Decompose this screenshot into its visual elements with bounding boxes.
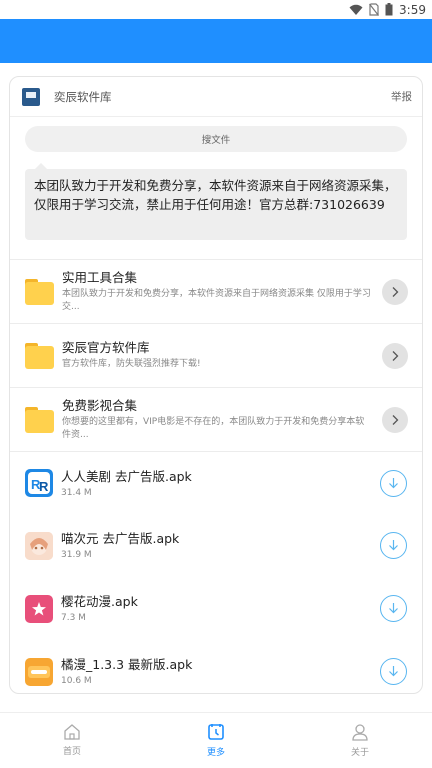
juman-app-icon: [25, 657, 53, 686]
rr-app-icon: RR: [25, 469, 53, 497]
more-icon: [208, 724, 224, 740]
folder-row[interactable]: 免费影视合集 你想要的这里都有，VIP电影是不存在的，本团队致力于开发和免费分享…: [10, 387, 422, 451]
no-sim-icon: [369, 3, 380, 16]
report-link[interactable]: 举报: [391, 89, 412, 104]
sakura-app-icon: [25, 594, 53, 623]
notice-arrow: [35, 163, 47, 169]
svg-text:R: R: [39, 479, 49, 494]
search-input[interactable]: 搜文件: [25, 126, 407, 152]
person-icon: [352, 724, 368, 741]
folder-icon: [25, 278, 54, 305]
notice-text: 本团队致力于开发和免费分享，本软件资源来自于网络资源采集，仅限用于学习交流，禁止…: [25, 169, 407, 240]
folder-desc: 官方软件库，防失联强烈推荐下载!: [62, 359, 201, 370]
software-library-card: 奕辰软件库 举报 搜文件 本团队致力于开发和免费分享，本软件资源来自于网络资源采…: [9, 76, 423, 694]
download-icon[interactable]: [380, 658, 407, 685]
nav-about[interactable]: 关于: [288, 713, 432, 768]
file-title: 樱花动漫.apk: [61, 594, 138, 609]
nav-label: 首页: [62, 747, 81, 757]
file-row[interactable]: 樱花动漫.apk 7.3 M: [10, 577, 422, 640]
file-title: 橘漫_1.3.3 最新版.apk: [61, 657, 193, 672]
bottom-nav: 首页 更多 关于: [0, 712, 432, 768]
folder-desc: 本团队致力于开发和免费分享，本软件资源来自于网络资源采集 仅限用于学习交...: [62, 289, 371, 312]
folder-row[interactable]: 实用工具合集 本团队致力于开发和免费分享，本软件资源来自于网络资源采集 仅限用于…: [10, 259, 422, 323]
chevron-right-icon[interactable]: [382, 406, 408, 433]
folder-icon: [25, 342, 54, 369]
status-icons: [349, 3, 393, 16]
file-row[interactable]: RR 人人美剧 去广告版.apk 31.4 M: [10, 451, 422, 514]
download-icon[interactable]: [380, 532, 407, 559]
status-bar: 3:59: [0, 0, 432, 19]
file-size: 31.9 M: [61, 550, 92, 560]
nav-label: 更多: [206, 748, 225, 758]
chevron-right-icon[interactable]: [382, 278, 408, 305]
folder-title: 免费影视合集: [62, 398, 138, 413]
notice-bubble: 本团队致力于开发和免费分享，本软件资源来自于网络资源采集，仅限用于学习交流，禁止…: [25, 163, 407, 240]
home-icon: [64, 724, 80, 740]
file-size: 31.4 M: [61, 487, 92, 498]
card-header: 奕辰软件库 举报: [10, 77, 422, 117]
file-title: 喵次元 去广告版.apk: [61, 531, 180, 546]
download-icon[interactable]: [380, 469, 407, 497]
nav-home[interactable]: 首页: [0, 713, 144, 768]
chevron-right-icon[interactable]: [382, 342, 408, 369]
folder-title: 实用工具合集: [62, 270, 138, 285]
file-list: 实用工具合集 本团队致力于开发和免费分享，本软件资源来自于网络资源采集 仅限用于…: [10, 259, 422, 693]
file-title: 人人美剧 去广告版.apk: [61, 468, 192, 484]
battery-icon: [385, 3, 393, 16]
status-time: 3:59: [399, 2, 426, 17]
folder-desc: 你想要的这里都有，VIP电影是不存在的，本团队致力于开发和免费分享本软件资...: [62, 417, 365, 440]
wifi-icon: [349, 4, 363, 15]
search-wrapper: 搜文件: [10, 117, 422, 152]
search-placeholder: 搜文件: [201, 135, 231, 146]
folder-icon: [25, 406, 54, 433]
file-row[interactable]: 橘漫_1.3.3 最新版.apk 10.6 M: [10, 640, 422, 693]
file-size: 7.3 M: [61, 613, 86, 623]
download-icon[interactable]: [380, 595, 407, 622]
file-size: 10.6 M: [61, 676, 92, 686]
folder-row[interactable]: 奕辰官方软件库 官方软件库，防失联强烈推荐下载!: [10, 323, 422, 387]
nav-label: 关于: [350, 748, 369, 758]
app-header: [0, 19, 432, 63]
nav-more[interactable]: 更多: [144, 713, 288, 768]
anime-girl-app-icon: [25, 531, 53, 560]
file-row[interactable]: 喵次元 去广告版.apk 31.9 M: [10, 514, 422, 577]
brand-name: 奕辰软件库: [54, 89, 112, 104]
brand-logo-icon: [22, 87, 40, 106]
folder-title: 奕辰官方软件库: [62, 340, 150, 356]
